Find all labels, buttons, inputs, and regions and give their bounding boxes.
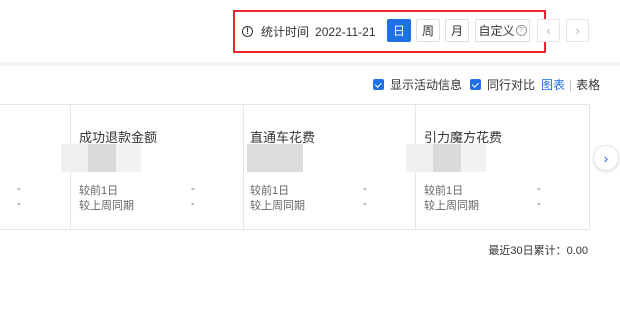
card-day-value: - — [537, 183, 541, 195]
period-day-label: 日 — [392, 24, 405, 38]
card-compare-day: 较前1日 — [250, 185, 290, 197]
chevron-right-icon: › — [603, 150, 609, 166]
card-compare-week: 较上周同期 — [250, 200, 305, 212]
blurred-value — [247, 144, 303, 172]
chevron-right-icon: › — [575, 23, 580, 38]
chart-view-link[interactable]: 图表 — [541, 76, 565, 93]
card-day-value: - — [191, 183, 195, 195]
metric-card-ylmf[interactable]: 引力魔方花费 较前1日 较上周同期 - - — [406, 105, 590, 229]
show-activity-checkbox[interactable] — [373, 79, 384, 90]
period-week-label: 周 — [421, 24, 434, 38]
stat-time: ! 统计时间 2022-11-21 — [242, 23, 376, 40]
card-week-value: - — [537, 198, 541, 210]
card-day-value: - — [17, 183, 21, 195]
stat-date: 2022-11-21 — [315, 24, 376, 39]
help-icon: ? — [515, 25, 527, 36]
chevron-left-icon: ‹ — [546, 23, 551, 38]
period-week-button[interactable]: 周 — [416, 19, 440, 42]
compare-checkbox[interactable] — [470, 79, 481, 90]
blurred-value — [61, 144, 141, 172]
compare-option[interactable]: 同行对比 图表 | 表格 — [470, 76, 600, 93]
card-week-value: - — [17, 198, 21, 210]
card-compare-day: 较前1日 — [79, 185, 119, 197]
period-custom-label: 自定义 — [478, 24, 515, 38]
metric-cards: - - 成功退款金额 较前1日 较上周同期 - - 直通车花费 较前1日 较上周… — [0, 104, 590, 230]
table-view-link[interactable]: 表格 — [576, 76, 600, 93]
card-week-value: - — [191, 198, 195, 210]
metric-card-ztc[interactable]: 直通车花费 较前1日 较上周同期 - - — [244, 105, 416, 229]
card-compare-week: 较上周同期 — [424, 200, 479, 212]
prev-arrow-button[interactable]: ‹ — [537, 19, 560, 42]
cumulative-total: 最近30日累计：0.00 — [488, 245, 588, 257]
show-activity-label: 显示活动信息 — [390, 78, 463, 92]
compare-label: 同行对比 — [487, 78, 536, 92]
card-compare-day: 较前1日 — [424, 185, 464, 197]
metric-card-refund[interactable]: 成功退款金额 较前1日 较上周同期 - - — [61, 105, 244, 229]
period-day-button[interactable]: 日 — [387, 19, 411, 42]
blurred-value — [406, 144, 486, 172]
info-icon: ! — [242, 26, 253, 37]
card-compare-week: 较上周同期 — [79, 200, 134, 212]
scroll-right-button[interactable]: › — [593, 145, 619, 171]
stat-time-label: 统计时间 — [261, 25, 310, 39]
period-month-label: 月 — [450, 24, 463, 38]
card-day-value: - — [363, 183, 367, 195]
next-arrow-button[interactable]: › — [566, 19, 589, 42]
period-month-button[interactable]: 月 — [445, 19, 469, 42]
card-week-value: - — [363, 198, 367, 210]
view-separator: | — [569, 77, 573, 92]
period-custom-button[interactable]: 自定义? — [475, 19, 530, 42]
show-activity-option[interactable]: 显示活动信息 — [373, 76, 462, 93]
